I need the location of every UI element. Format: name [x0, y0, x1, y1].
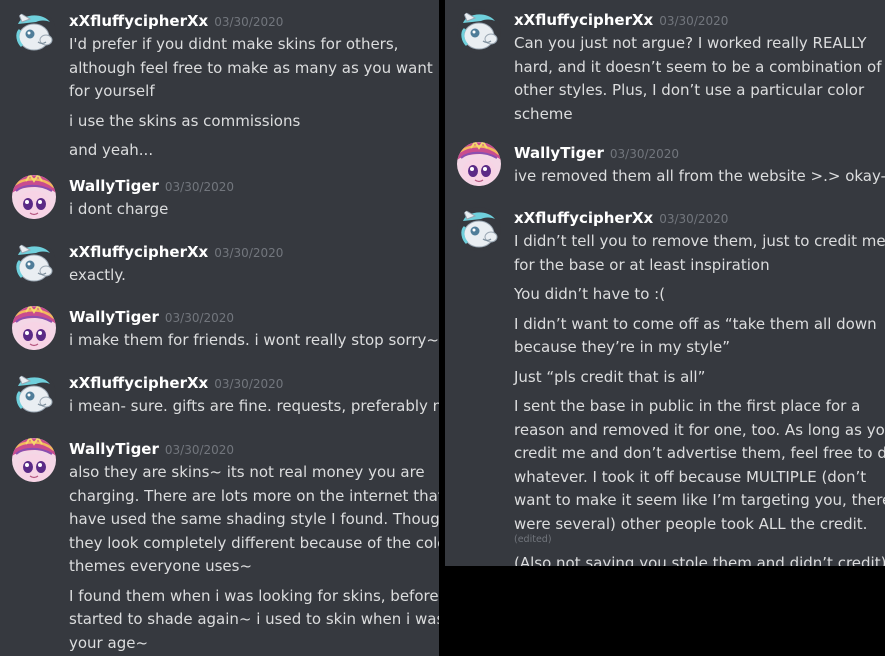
message-line: reason and removed it for one, too. As l… [514, 420, 885, 439]
message-line: I'd prefer if you didnt make skins for o… [69, 35, 399, 53]
message-line: themes everyone uses~ [69, 557, 253, 575]
message-line: Just “pls credit that is all” [514, 367, 706, 386]
message-body: i make them for friends. i wont really s… [69, 329, 439, 353]
message-line: I didn’t want to come off as “take them … [514, 314, 877, 333]
message-timestamp: 03/30/2020 [164, 311, 235, 325]
message-header: WallyTiger 03/30/2020 [69, 175, 234, 197]
message-line: i use the skins as commissions [69, 111, 301, 130]
message-line: they look completely different because o… [69, 533, 439, 552]
avatar-xxfluffycipherxx[interactable] [12, 10, 56, 54]
chat-panel-left: xXfluffycipherXx 03/30/2020 I'd prefer if … [0, 0, 439, 656]
chat-panel-right: xXfluffycipherXx 03/30/2020 Can you just n… [445, 0, 885, 566]
message-timestamp: 03/30/2020 [609, 147, 680, 161]
edited-tag: (edited) [514, 534, 552, 545]
message-line: because they’re in my style” [514, 338, 731, 356]
author-name[interactable]: xXfluffycipherXx [514, 209, 653, 227]
message-timestamp: 03/30/2020 [214, 15, 284, 29]
message-line: credit me and don’t advertise them, feel… [514, 444, 885, 462]
author-name[interactable]: xXfluffycipherXx [514, 11, 653, 29]
message-line: i dont charge [69, 200, 169, 218]
message-line: your age~ [69, 633, 149, 652]
message-line: i make them for friends. i wont really s… [69, 331, 439, 349]
message-line: started to shade again~ i used to skin w… [69, 610, 439, 628]
message-line: I sent the base in public in the first p… [514, 397, 861, 415]
message-header: WallyTiger 03/30/2020 [69, 306, 234, 328]
message-body: I'd prefer if you didnt make skins for o… [69, 33, 433, 163]
message-body: I didn’t tell you to remove them, just t… [514, 230, 885, 566]
message-body: also they are skins~ its not real money … [69, 461, 439, 655]
author-name[interactable]: WallyTiger [69, 308, 159, 326]
avatar-xxfluffycipherxx[interactable] [457, 9, 501, 53]
message-header: xXfluffycipherXx 03/30/2020 [69, 10, 283, 32]
message-header: WallyTiger 03/30/2020 [69, 438, 234, 460]
message-timestamp: 03/30/2020 [659, 14, 729, 28]
message-header: xXfluffycipherXx 03/30/2020 [514, 9, 728, 31]
message-line: hard, and it doesn’t seem to be a combin… [514, 57, 882, 76]
message-line: (Also not saying you stole them and didn… [514, 554, 885, 566]
message-line: exactly. [69, 266, 126, 284]
message-timestamp: 03/30/2020 [164, 443, 235, 457]
message-line: whatever. I took it off because MULTIPLE… [514, 467, 867, 486]
avatar-xxfluffycipherxx[interactable] [457, 207, 501, 251]
message-body: ive removed them all from the website >.… [514, 165, 885, 189]
author-name[interactable]: WallyTiger [514, 144, 604, 162]
author-name[interactable]: xXfluffycipherXx [69, 374, 208, 392]
message-line: I didn’t tell you to remove them, just t… [514, 232, 885, 250]
message-header: xXfluffycipherXx 03/30/2020 [69, 241, 283, 263]
message-line: have used the same shading style I found… [69, 510, 439, 528]
message-line: for yourself [69, 82, 155, 100]
avatar-wallytiger[interactable] [457, 142, 501, 186]
message-line: also they are skins~ its not real money … [69, 463, 425, 481]
author-name[interactable]: WallyTiger [69, 177, 159, 195]
message-line: charging. There are lots more on the int… [69, 486, 439, 505]
message-body: i mean- sure. gifts are fine. requests, … [69, 395, 439, 419]
avatar-wallytiger[interactable] [12, 306, 56, 350]
message-line: i mean- sure. gifts are fine. requests, … [69, 397, 439, 415]
message-line: I found them when i was looking for skin… [69, 586, 439, 605]
message-body: i dont charge [69, 198, 431, 222]
message-line: for the base or at least inspiration [514, 255, 770, 274]
message-timestamp: 03/30/2020 [164, 180, 235, 194]
message-line: You didn’t have to :( [514, 285, 666, 303]
message-line: scheme [514, 104, 573, 123]
message-header: xXfluffycipherXx 03/30/2020 [69, 372, 283, 394]
message-timestamp: 03/30/2020 [214, 377, 284, 391]
author-name[interactable]: xXfluffycipherXx [69, 243, 208, 261]
avatar-wallytiger[interactable] [12, 438, 56, 482]
message-line: ive removed them all from the website >.… [514, 167, 885, 185]
message-header: xXfluffycipherXx 03/30/2020 [514, 207, 728, 229]
message-body: Can you just not argue? I worked really … [514, 32, 882, 126]
message-line: other styles. Plus, I don’t use a partic… [514, 81, 865, 99]
message-line: although feel free to make as many as yo… [69, 58, 433, 77]
message-line: were several) other people took ALL the … [514, 514, 868, 533]
avatar-wallytiger[interactable] [12, 175, 56, 219]
author-name[interactable]: WallyTiger [69, 440, 159, 458]
message-line: want to make it seem like I’m targeting … [514, 491, 885, 509]
author-name[interactable]: xXfluffycipherXx [69, 12, 208, 30]
message-timestamp: 03/30/2020 [659, 212, 729, 226]
message-body: exactly. [69, 264, 431, 288]
message-line: Can you just not argue? I worked really … [514, 34, 867, 52]
message-line: and yeah... [69, 141, 154, 159]
avatar-xxfluffycipherxx[interactable] [12, 241, 56, 285]
avatar-xxfluffycipherxx[interactable] [12, 372, 56, 416]
message-header: WallyTiger 03/30/2020 [514, 142, 679, 164]
message-timestamp: 03/30/2020 [214, 246, 284, 260]
